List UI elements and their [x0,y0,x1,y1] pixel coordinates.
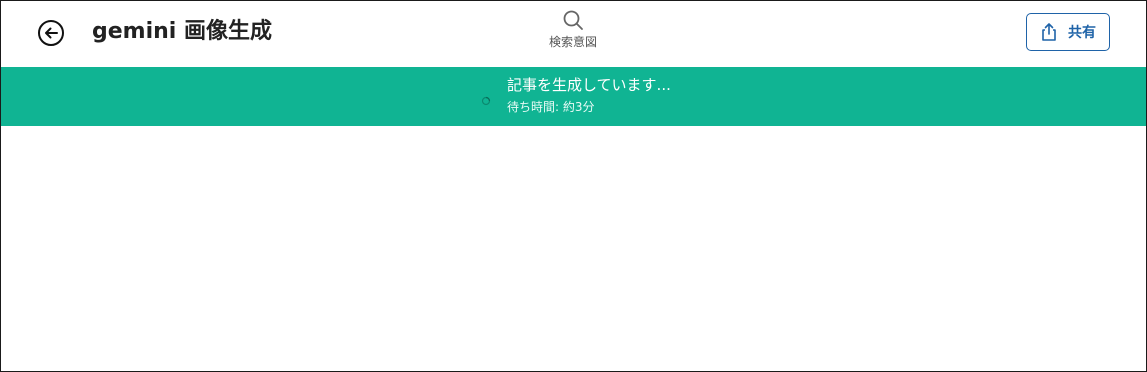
top-bar: gemini 画像生成 検索意図 共有 [1,1,1146,67]
search-icon [531,9,615,31]
main-content [1,126,1146,371]
status-title: 記事を生成しています... [507,76,671,94]
spinner-icon [481,91,491,106]
share-icon [1040,22,1058,42]
arrow-left-circle-icon [37,19,65,47]
status-wait-time: 待ち時間: 約3分 [507,100,595,114]
generation-status-banner: 記事を生成しています... 待ち時間: 約3分 [1,67,1146,126]
share-button[interactable]: 共有 [1026,13,1110,51]
app-window: gemini 画像生成 検索意図 共有 記事を生成しています... 待ち時間: … [0,0,1147,372]
page-title: gemini 画像生成 [92,19,272,44]
share-label: 共有 [1068,25,1096,41]
search-intent-button[interactable]: 検索意図 [531,9,615,50]
search-intent-label: 検索意図 [548,35,597,49]
back-button[interactable] [37,19,65,47]
